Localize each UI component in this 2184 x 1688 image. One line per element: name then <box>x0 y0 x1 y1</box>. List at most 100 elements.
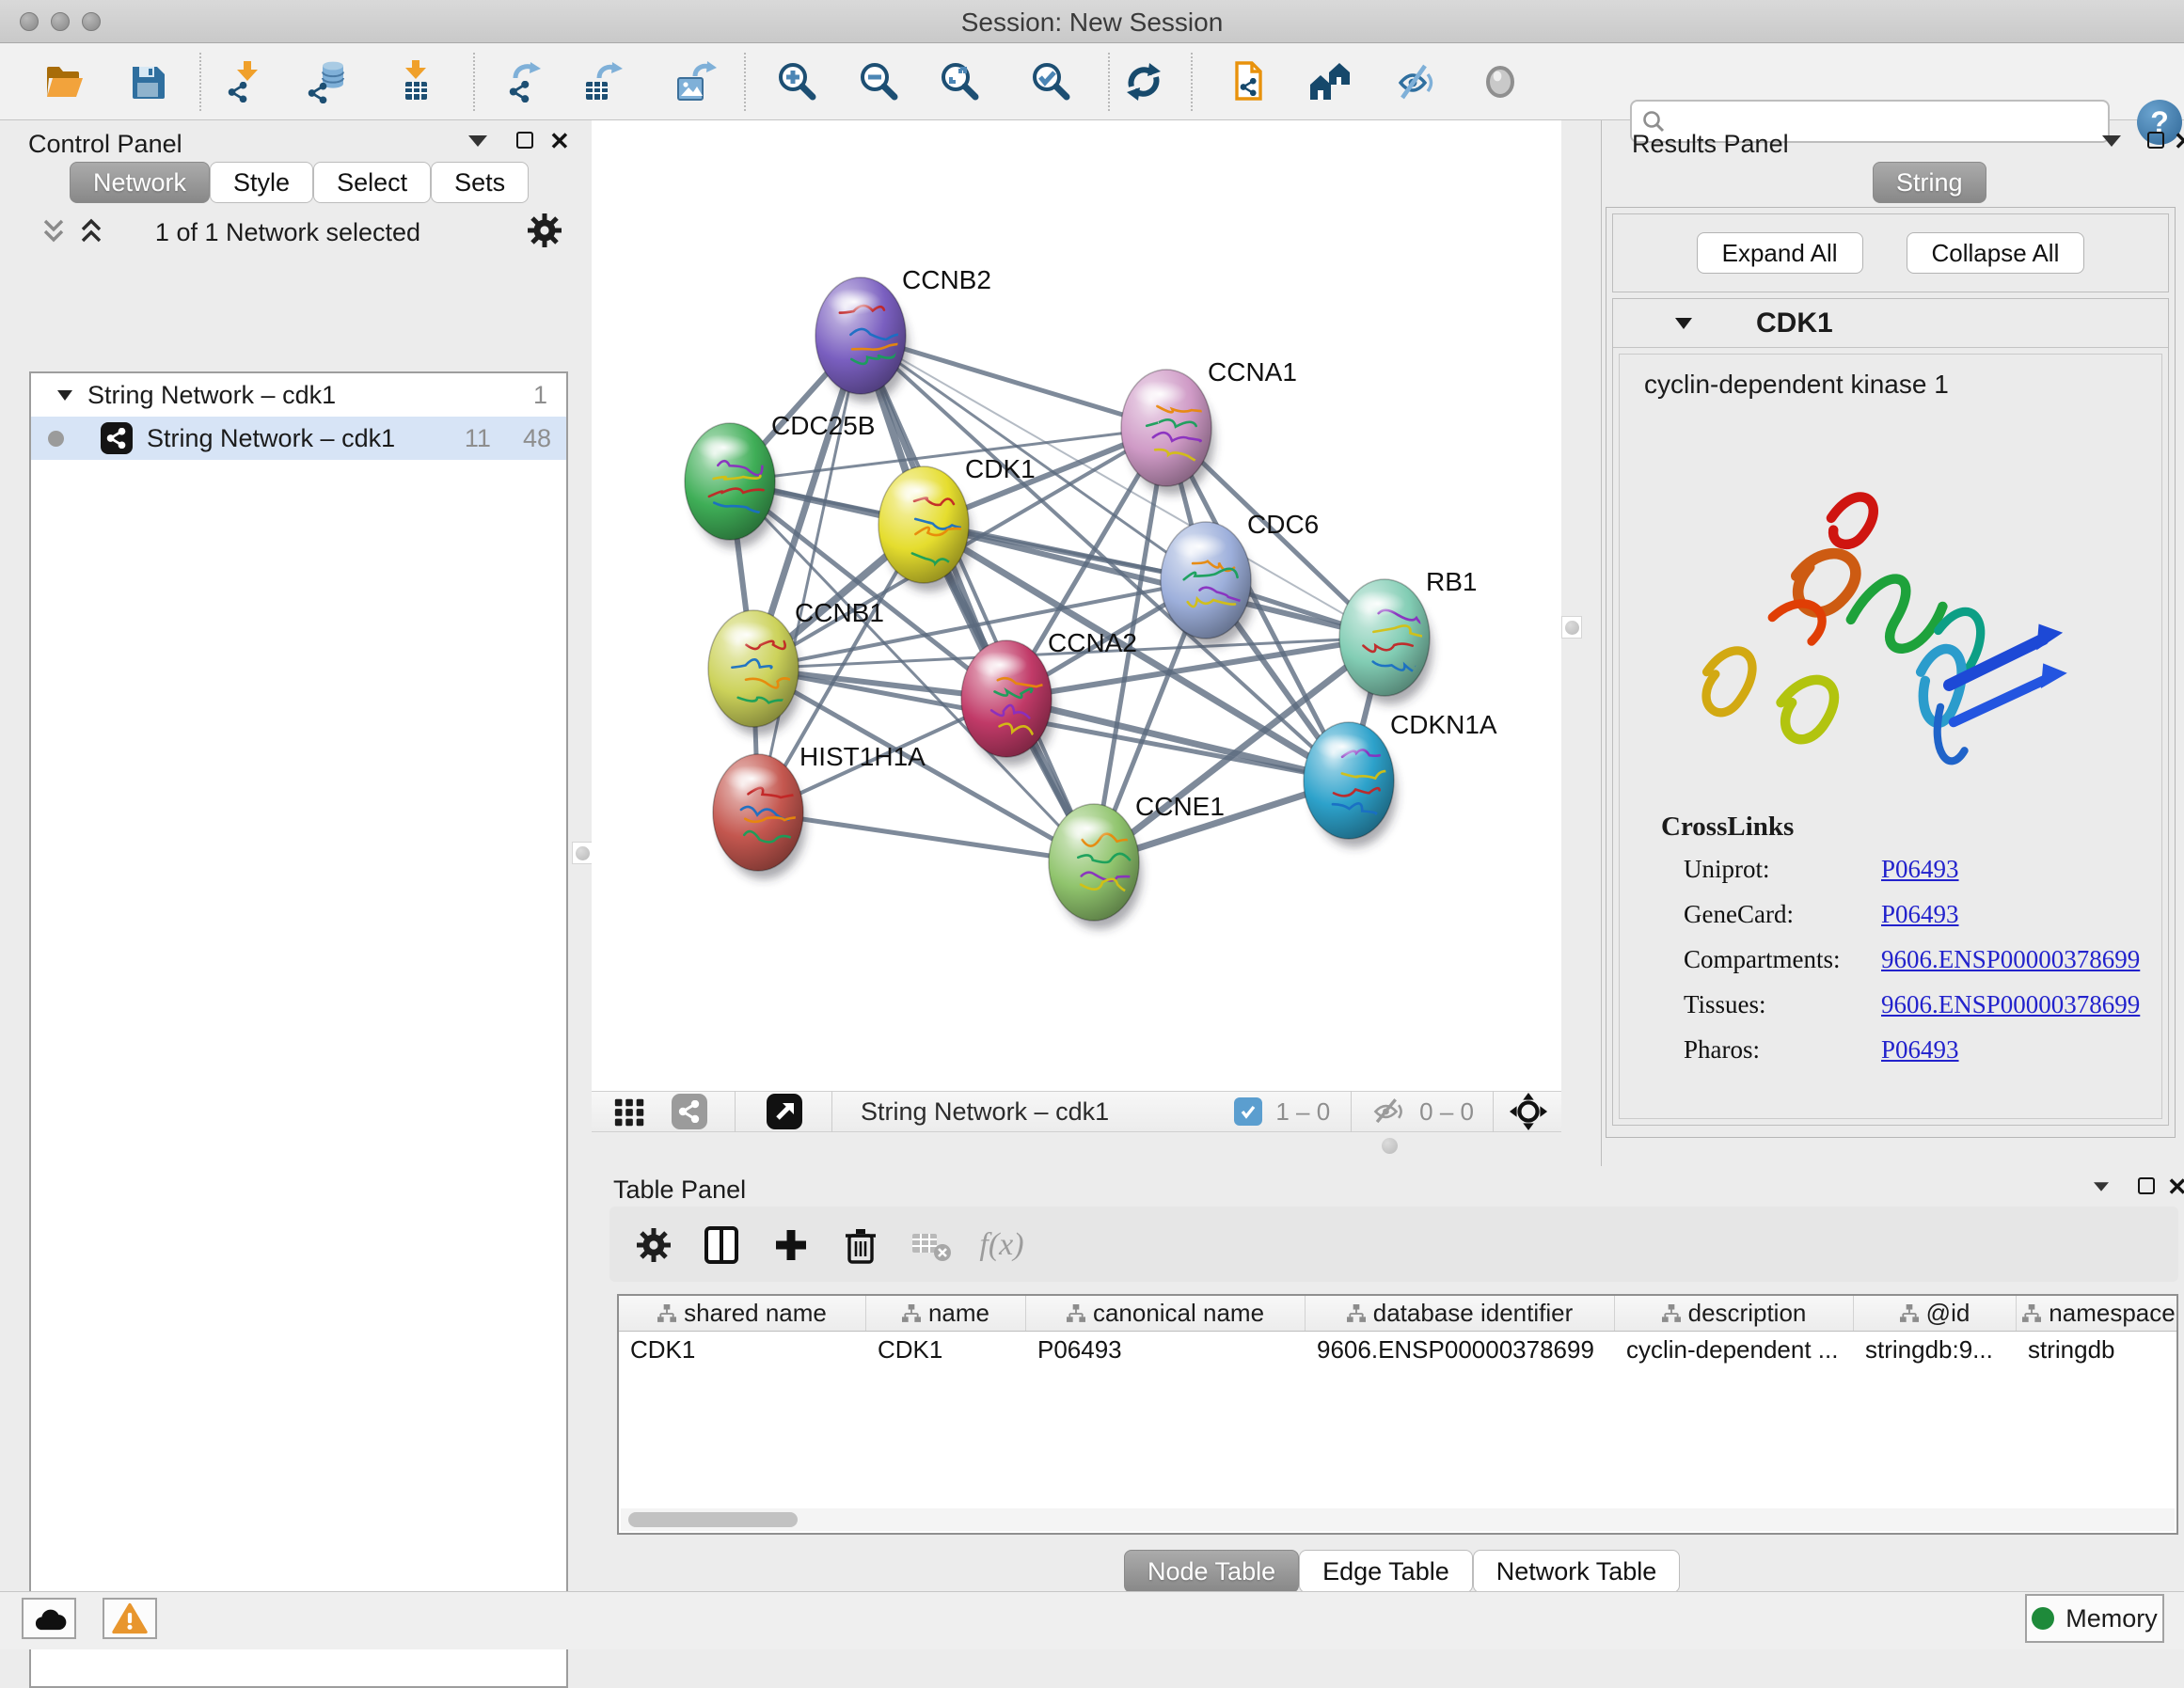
control-panel-close-icon[interactable]: ✕ <box>549 129 570 153</box>
tab-sets[interactable]: Sets <box>431 162 529 203</box>
network-edge[interactable] <box>758 812 1094 862</box>
network-node-ccnb1[interactable]: CCNB1 <box>708 598 884 735</box>
left-splitter-handle[interactable] <box>572 842 593 864</box>
results-panel-float-icon[interactable] <box>2147 132 2164 149</box>
tab-network[interactable]: Network <box>70 162 210 203</box>
window-title: Session: New Session <box>961 8 1224 38</box>
hscrollbar-thumb[interactable] <box>628 1512 798 1527</box>
control-panel-float-icon[interactable] <box>516 132 533 149</box>
show-columns-icon[interactable] <box>698 1222 745 1269</box>
close-window-button[interactable] <box>20 12 39 31</box>
column-header-id[interactable]: @id <box>1854 1296 2017 1331</box>
toolbar-separator <box>473 53 475 111</box>
network-node-ccne1[interactable]: CCNE1 <box>1049 792 1225 929</box>
network-node-ccna2[interactable]: CCNA2 <box>961 628 1137 765</box>
minimize-window-button[interactable] <box>51 12 70 31</box>
show-grid-icon[interactable] <box>612 1094 648 1129</box>
export-network-file-icon[interactable] <box>500 56 551 107</box>
results-panel-close-icon[interactable]: ✕ <box>2174 129 2184 153</box>
hide-panels-icon[interactable] <box>1390 56 1441 107</box>
tab-edge-table[interactable]: Edge Table <box>1299 1550 1473 1593</box>
expand-all-networks-icon[interactable] <box>38 216 70 246</box>
protein-entry-header[interactable]: CDK1 <box>1613 299 2168 348</box>
show-all-panels-icon[interactable] <box>1306 56 1356 107</box>
column-header-databaseidentifier[interactable]: database identifier <box>1306 1296 1615 1331</box>
collection-label: String Network – cdk1 <box>87 381 336 410</box>
collection-expander-icon[interactable] <box>55 387 74 402</box>
table-panel-float-icon[interactable] <box>2138 1177 2155 1194</box>
network-row-selected[interactable]: String Network – cdk1 11 48 <box>31 417 566 460</box>
network-node-hist1h1a[interactable]: HIST1H1A <box>713 742 926 879</box>
network-node-rb1[interactable]: RB1 <box>1339 567 1477 704</box>
crosslink-link[interactable]: P06493 <box>1881 1035 1959 1065</box>
right-splitter-handle[interactable] <box>1561 616 1582 639</box>
table-panel-close-icon[interactable]: ✕ <box>2167 1175 2184 1199</box>
network-node-cdc6[interactable]: CDC6 <box>1161 510 1319 647</box>
column-header-description[interactable]: description <box>1615 1296 1854 1331</box>
network-node-cdc25b[interactable]: CDC25B <box>685 411 875 548</box>
cloud-icon <box>31 1604 67 1633</box>
import-network-file-icon[interactable] <box>221 56 272 107</box>
column-header-namespace[interactable]: namespace <box>2017 1296 2178 1331</box>
protein-entry-body: cyclin-dependent kinase 1 CrossLinks Uni… <box>1619 354 2162 1119</box>
maximize-window-button[interactable] <box>82 12 101 31</box>
control-panel-menu-icon[interactable] <box>468 135 487 147</box>
crosslink-link[interactable]: 9606.ENSP00000378699 <box>1881 945 2140 974</box>
collapse-all-networks-icon[interactable] <box>75 216 107 246</box>
column-header-canonicalname[interactable]: canonical name <box>1026 1296 1306 1331</box>
export-image-icon[interactable] <box>670 56 720 107</box>
network-node-cdkn1a[interactable]: CDKN1A <box>1304 710 1497 847</box>
tab-select[interactable]: Select <box>313 162 431 203</box>
zoom-in-icon[interactable] <box>771 56 822 107</box>
collapse-all-button[interactable]: Collapse All <box>1907 232 2085 274</box>
network-options-gear-icon[interactable] <box>525 211 564 250</box>
save-session-icon[interactable] <box>122 56 173 107</box>
zoom-selected-icon[interactable] <box>1025 56 1076 107</box>
delete-column-icon[interactable] <box>837 1222 884 1269</box>
network-canvas[interactable]: CCNB2 CCNA1 CDC25BCDK1 CDC6RB1 CCNB1 CCNA2 CDK… <box>592 120 1561 1091</box>
network-node-ccnb2[interactable]: CCNB2 <box>815 265 991 402</box>
crosslink-label: Tissues: <box>1684 990 1881 1019</box>
table-row[interactable]: CDK1CDK1P064939606.ENSP00000378699cyclin… <box>619 1332 2176 1369</box>
zoom-fit-icon[interactable] <box>934 56 985 107</box>
memory-button[interactable]: Memory <box>2025 1594 2164 1643</box>
zoom-out-icon[interactable] <box>853 56 904 107</box>
add-column-icon[interactable] <box>768 1222 815 1269</box>
apply-layout-icon[interactable] <box>1118 56 1169 107</box>
open-session-icon[interactable] <box>39 56 89 107</box>
tab-network-table[interactable]: Network Table <box>1473 1550 1681 1593</box>
warning-status-button[interactable] <box>103 1598 157 1639</box>
entry-expander-icon[interactable] <box>1673 315 1694 331</box>
open-in-new-window-icon[interactable] <box>766 1093 803 1130</box>
network-node-ccna1[interactable]: CCNA1 <box>1121 357 1297 495</box>
tab-style[interactable]: Style <box>210 162 313 203</box>
column-header-name[interactable]: name <box>866 1296 1026 1331</box>
crosslink-link[interactable]: P06493 <box>1881 900 1959 929</box>
cloud-status-button[interactable] <box>22 1598 76 1639</box>
tab-string[interactable]: String <box>1873 162 1986 203</box>
import-string-network-icon[interactable] <box>1225 56 1275 107</box>
table-gear-icon[interactable] <box>630 1222 677 1269</box>
table-cell: stringdb <box>2017 1332 2178 1369</box>
toggle-birdseye-icon[interactable] <box>1475 56 1526 107</box>
network-node-cdk1[interactable]: CDK1 <box>878 454 1036 592</box>
warning-icon <box>112 1602 148 1634</box>
crosslink-link[interactable]: P06493 <box>1881 855 1959 884</box>
selected-nodes-checkbox[interactable] <box>1234 1097 1262 1126</box>
node-label: CDKN1A <box>1390 710 1497 739</box>
import-network-database-icon[interactable] <box>303 56 354 107</box>
crosslink-link[interactable]: 9606.ENSP00000378699 <box>1881 990 2140 1019</box>
tab-node-table[interactable]: Node Table <box>1124 1550 1299 1593</box>
table-hscrollbar[interactable] <box>621 1508 2175 1531</box>
export-table-file-icon[interactable] <box>578 56 628 107</box>
current-network-name: String Network – cdk1 <box>861 1097 1109 1127</box>
string-style-icon[interactable] <box>671 1093 708 1130</box>
network-collection-row[interactable]: String Network – cdk1 1 <box>31 373 566 417</box>
results-panel-menu-icon[interactable] <box>2102 135 2121 147</box>
network-edge[interactable] <box>861 336 1094 862</box>
expand-all-button[interactable]: Expand All <box>1697 232 1863 274</box>
table-panel-menu-icon[interactable] <box>2094 1182 2109 1191</box>
birdseye-toggle-icon[interactable] <box>1509 1092 1548 1131</box>
import-table-file-icon[interactable] <box>390 56 441 107</box>
column-header-sharedname[interactable]: shared name <box>619 1296 866 1331</box>
